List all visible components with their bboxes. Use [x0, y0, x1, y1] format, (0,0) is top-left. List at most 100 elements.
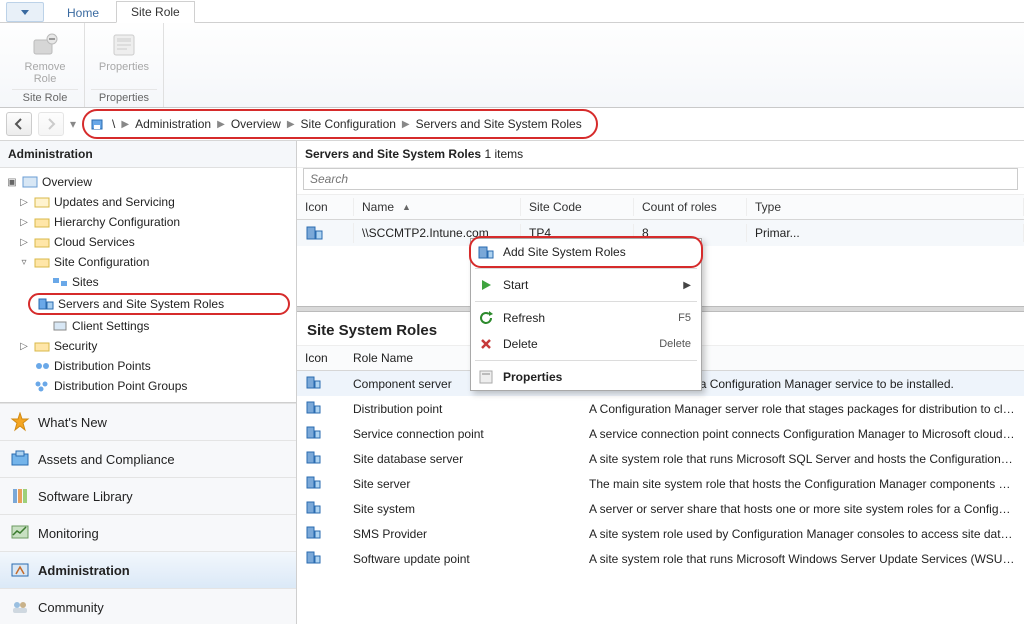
ribbon-group-label-site-role: Site Role [12, 89, 78, 107]
quickaccess-dropdown[interactable] [6, 2, 44, 22]
role-icon [305, 549, 321, 565]
role-row[interactable]: Site serverThe main site system role tha… [297, 471, 1024, 496]
tree-hierarchy[interactable]: ▷ Hierarchy Configuration [0, 212, 296, 232]
whats-new-icon [10, 412, 30, 432]
sites-icon [52, 275, 68, 289]
wb-whats-new[interactable]: What's New [0, 403, 296, 440]
properties-icon [110, 31, 138, 59]
col-count[interactable]: Count of roles [634, 198, 747, 216]
role-row[interactable]: Distribution pointA Configuration Manage… [297, 396, 1024, 421]
tree-cloud-services[interactable]: ▷ Cloud Services [0, 232, 296, 252]
delete-icon [477, 335, 495, 353]
role-name: Site server [345, 475, 581, 493]
wb-monitoring[interactable]: Monitoring [0, 514, 296, 551]
cm-refresh[interactable]: Refresh F5 [471, 305, 701, 331]
cm-add-site-system-roles[interactable]: Add Site System Roles [471, 239, 701, 265]
role-desc: A site system role that runs Microsoft W… [581, 550, 1024, 568]
role-icon [305, 524, 321, 540]
nav-forward-button[interactable] [38, 112, 64, 136]
folder-icon [34, 255, 50, 269]
cm-delete[interactable]: Delete Delete [471, 331, 701, 357]
wb-software-library[interactable]: Software Library [0, 477, 296, 514]
crumb-site-configuration[interactable]: Site Configuration▶ [301, 117, 410, 131]
col-type[interactable]: Type [747, 198, 1024, 216]
folder-icon [34, 215, 50, 229]
role-icon [305, 474, 321, 490]
server-grid-header[interactable]: Icon Name▲ Site Code Count of roles Type [297, 194, 1024, 220]
col-site-code[interactable]: Site Code [521, 198, 634, 216]
properties-button[interactable]: Properties [95, 27, 153, 77]
dist-group-icon [34, 379, 50, 393]
search-input[interactable] [303, 168, 1018, 190]
role-name: Distribution point [345, 400, 581, 418]
crumb-administration[interactable]: Administration▶ [135, 117, 225, 131]
add-roles-icon [477, 243, 495, 261]
role-icon [305, 449, 321, 465]
col-icon[interactable]: Icon [297, 198, 354, 216]
client-settings-icon [52, 319, 68, 333]
cm-label: Start [503, 278, 675, 292]
role-name: Site system [345, 500, 581, 518]
tree-label: Distribution Points [54, 359, 151, 373]
tree-security[interactable]: ▷ Security [0, 336, 296, 356]
col-role-icon[interactable]: Icon [297, 351, 345, 365]
tree-overview[interactable]: ▣ Overview [0, 172, 296, 192]
role-desc: A server or server share that hosts one … [581, 500, 1024, 518]
breadcrumb-bar: ▾ \▶ Administration▶ Overview▶ Site Conf… [0, 108, 1024, 141]
cm-label: Add Site System Roles [503, 245, 691, 259]
cm-label: Properties [503, 370, 691, 384]
role-row[interactable]: Service connection pointA service connec… [297, 421, 1024, 446]
remove-role-button[interactable]: Remove Role [21, 27, 70, 89]
crumb-servers[interactable]: Servers and Site System Roles [416, 117, 582, 131]
wb-assets-and-compliance[interactable]: Assets and Compliance [0, 440, 296, 477]
wunderbar: What's New Assets and Compliance Softwar… [0, 402, 296, 624]
role-name: Site database server [345, 450, 581, 468]
servers-icon [38, 297, 54, 311]
role-icon [305, 499, 321, 515]
role-desc: The main site system role that hosts the… [581, 475, 1024, 493]
role-icon [305, 399, 321, 415]
role-name: SMS Provider [345, 525, 581, 543]
list-title: Servers and Site System Roles 1 items [297, 141, 1024, 168]
breadcrumb[interactable]: \▶ Administration▶ Overview▶ Site Config… [82, 109, 598, 139]
wb-administration[interactable]: Administration [0, 551, 296, 588]
tree-servers-and-site-system-roles[interactable]: Servers and Site System Roles [28, 293, 290, 315]
crumb-overview[interactable]: Overview▶ [231, 117, 295, 131]
ribbon-tabs: Home Site Role [0, 0, 1024, 23]
role-row[interactable]: Site systemA server or server share that… [297, 496, 1024, 521]
nav-tree: ▣ Overview ▷ Updates and Servicing ▷ Hie… [0, 168, 296, 400]
role-row[interactable]: Site database serverA site system role t… [297, 446, 1024, 471]
cm-properties[interactable]: Properties [471, 364, 701, 390]
nav-back-button[interactable] [6, 112, 32, 136]
wb-label: Monitoring [38, 526, 99, 541]
wb-label: Software Library [38, 489, 133, 504]
tree-site-configuration[interactable]: ▿ Site Configuration [0, 252, 296, 272]
ribbon-group-label-properties: Properties [91, 89, 157, 107]
tree-label: Updates and Servicing [54, 195, 175, 209]
tree-distribution-points[interactable]: Distribution Points [0, 356, 296, 376]
tree-updates[interactable]: ▷ Updates and Servicing [0, 192, 296, 212]
tab-site-role[interactable]: Site Role [116, 1, 195, 23]
ribbon-group-site-role: Remove Role Site Role [6, 23, 85, 107]
cm-start[interactable]: Start ▶ [471, 272, 701, 298]
wb-community[interactable]: Community [0, 588, 296, 624]
ribbon-group-properties: Properties Properties [85, 23, 164, 107]
role-row[interactable]: SMS ProviderA site system role used by C… [297, 521, 1024, 546]
col-name[interactable]: Name▲ [354, 198, 521, 216]
role-desc: A site system role used by Configuration… [581, 525, 1024, 543]
role-name: Service connection point [345, 425, 581, 443]
cm-shortcut: Delete [659, 338, 691, 350]
tab-home[interactable]: Home [52, 2, 114, 23]
role-row[interactable]: Software update pointA site system role … [297, 546, 1024, 571]
role-name: Software update point [345, 550, 581, 568]
play-icon [477, 276, 495, 294]
site-icon [90, 116, 106, 132]
tree-client-settings[interactable]: Client Settings [0, 316, 296, 336]
crumb-root[interactable]: \▶ [112, 117, 129, 131]
administration-icon [10, 560, 30, 580]
wb-label: Administration [38, 563, 130, 578]
role-desc: A service connection point connects Conf… [581, 425, 1024, 443]
tree-distribution-point-groups[interactable]: Distribution Point Groups [0, 376, 296, 396]
tree-sites[interactable]: Sites [0, 272, 296, 292]
wb-label: Community [38, 600, 104, 615]
